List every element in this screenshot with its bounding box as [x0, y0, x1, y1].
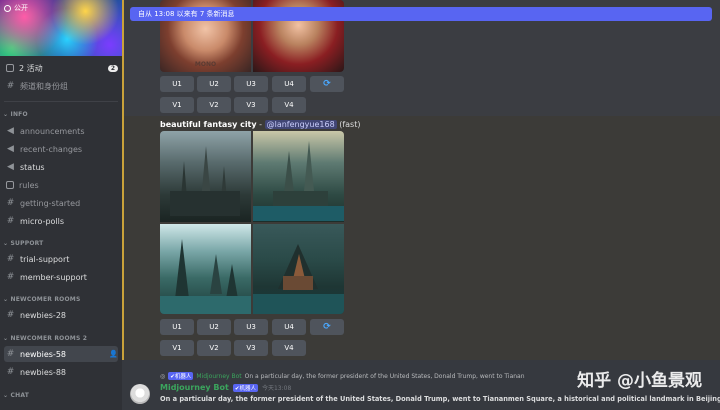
image-shirt-text: MONO	[194, 61, 217, 68]
rules-check-icon	[6, 181, 14, 189]
hash-icon: #	[6, 81, 15, 91]
sidebar-item-channels-roles[interactable]: # 频道和身份组	[4, 78, 118, 94]
sidebar-item-member-support[interactable]: # member-support	[4, 269, 118, 285]
sidebar-item-announcements[interactable]: ◀ announcements	[4, 123, 118, 139]
reroll-button[interactable]: ⟳	[310, 76, 344, 92]
sidebar-item-label: 频道和身份组	[20, 81, 68, 91]
megaphone-icon: ◀	[7, 162, 14, 172]
prompt-text: beautiful fantasy city	[160, 120, 257, 129]
variation-button-v4[interactable]: V4	[272, 340, 306, 356]
user-mention[interactable]: @lanfengyue168	[264, 120, 337, 129]
sidebar-item-newbies-88[interactable]: # newbies-88	[4, 364, 118, 380]
sidebar-item-trial-support[interactable]: # trial-support	[4, 251, 118, 267]
avatar[interactable]	[130, 384, 150, 404]
sidebar-item-recent-changes[interactable]: ◀ recent-changes	[4, 141, 118, 157]
hash-icon: #	[6, 254, 15, 264]
category-support[interactable]: ⌄ SUPPORT	[3, 240, 43, 247]
megaphone-icon: ◀	[7, 126, 14, 136]
category-newcomer-rooms-2[interactable]: ⌄ NEWCOMER ROOMS 2	[3, 335, 87, 342]
reroll-icon: ⟳	[323, 322, 331, 332]
megaphone-icon: ◀	[7, 144, 14, 154]
upscale-button-u4[interactable]: U4	[272, 76, 306, 92]
sidebar-item-activity[interactable]: 2 活动 2	[4, 60, 118, 76]
upscale-button-u3[interactable]: U3	[234, 76, 268, 92]
variation-button-v2[interactable]: V2	[197, 97, 231, 113]
upscale-button-u3[interactable]: U3	[234, 319, 268, 335]
upscale-button-u2[interactable]: U2	[197, 76, 231, 92]
category-chat[interactable]: ⌄ CHAT	[3, 392, 29, 399]
hash-icon: #	[6, 216, 15, 226]
globe-icon	[4, 4, 11, 12]
category-info[interactable]: ⌄ INFO	[3, 111, 28, 118]
timestamp: 今天13:08	[261, 385, 292, 392]
image-tile[interactable]	[160, 131, 251, 222]
sidebar-item-getting-started[interactable]: # getting-started	[4, 195, 118, 211]
hash-icon: #	[6, 272, 15, 282]
watermark-text: 知乎 @小鱼景观	[577, 371, 702, 391]
message-text: On a particular day, the former presiden…	[160, 395, 720, 403]
image-tile[interactable]	[253, 131, 344, 222]
author-name[interactable]: Midjourney Bot	[160, 383, 229, 392]
image-grid-fantasy-city[interactable]	[160, 131, 344, 314]
sidebar-item-micro-polls[interactable]: # micro-polls	[4, 213, 118, 229]
image-tile[interactable]	[160, 223, 251, 314]
channel-sidebar: 公开 2 活动 2 # 频道和身份组 ⌄ INFO ◀ announcement…	[0, 0, 122, 410]
upscale-button-u4[interactable]: U4	[272, 319, 306, 335]
variation-button-v4[interactable]: V4	[272, 97, 306, 113]
upscale-button-u1[interactable]: U1	[160, 319, 194, 335]
threads-hash-icon: #	[6, 349, 15, 359]
speed-label: (fast)	[339, 120, 361, 129]
sidebar-item-status[interactable]: ◀ status	[4, 159, 118, 175]
image-tile[interactable]	[253, 223, 344, 314]
bot-badge: ✔机器人	[168, 372, 194, 380]
sidebar-divider	[4, 101, 118, 102]
sidebar-item-label: 2 活动	[19, 63, 43, 73]
reply-text: On a particular day, the former presiden…	[244, 372, 525, 380]
server-banner[interactable]: 公开	[0, 0, 122, 56]
sidebar-item-newbies-28[interactable]: # newbies-28	[4, 307, 118, 323]
calendar-icon	[6, 64, 14, 72]
variation-button-v2[interactable]: V2	[197, 340, 231, 356]
threads-hash-icon: #	[6, 310, 15, 320]
sidebar-item-rules[interactable]: rules	[4, 177, 118, 193]
reply-preview[interactable]: ◎ ✔机器人 Midjourney Bot On a particular da…	[160, 372, 525, 380]
sidebar-item-newbies-58[interactable]: # newbies-58 👤	[4, 346, 118, 362]
variation-button-v1[interactable]: V1	[160, 97, 194, 113]
variation-button-v1[interactable]: V1	[160, 340, 194, 356]
new-messages-bar[interactable]: 自从 13:08 以来有 7 条新消息	[130, 7, 712, 21]
activity-count-badge: 2	[107, 64, 118, 72]
upscale-button-u2[interactable]: U2	[197, 319, 231, 335]
prompt-caption: beautiful fantasy city - @lanfengyue168 …	[160, 120, 361, 129]
variation-button-v3[interactable]: V3	[234, 97, 268, 113]
message-header: Midjourney Bot ✔机器人 今天13:08	[160, 383, 291, 392]
hash-icon: #	[6, 198, 15, 208]
bot-badge: ✔机器人	[232, 383, 258, 392]
threads-hash-icon: #	[6, 367, 15, 377]
add-user-icon[interactable]: 👤	[109, 350, 118, 358]
reply-avatar-icon: ◎	[160, 372, 166, 380]
reroll-button[interactable]: ⟳	[310, 319, 344, 335]
upscale-button-u1[interactable]: U1	[160, 76, 194, 92]
server-public-label: 公开	[4, 3, 28, 13]
reply-author[interactable]: Midjourney Bot	[196, 373, 241, 380]
category-newcomer-rooms[interactable]: ⌄ NEWCOMER ROOMS	[3, 296, 80, 303]
message-area: MONO 自从 13:08 以来有 7 条新消息 U1 U2 U3 U4 ⟳ V…	[122, 0, 720, 410]
variation-button-v3[interactable]: V3	[234, 340, 268, 356]
reroll-icon: ⟳	[323, 79, 331, 89]
